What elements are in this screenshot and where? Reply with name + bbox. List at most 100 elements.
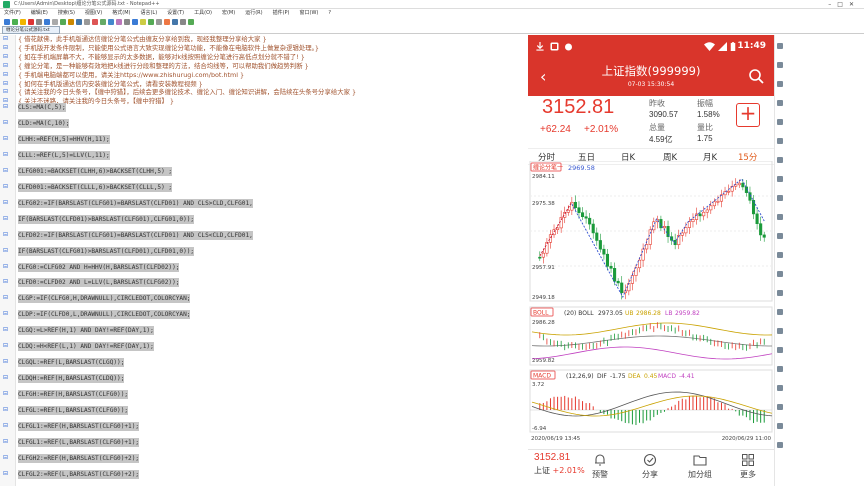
fold-marker-icon[interactable]: ⊟ [3, 422, 12, 430]
emulator-tool-icon[interactable] [777, 195, 783, 201]
emulator-tool-icon[interactable] [777, 366, 783, 372]
nav-alert[interactable]: 预警 [580, 453, 620, 480]
toolbar-button-icon[interactable] [84, 19, 90, 25]
menu-item[interactable]: 编辑(E) [31, 10, 48, 16]
toolbar-button-icon[interactable] [68, 19, 74, 25]
menu-item[interactable]: 格式(M) [112, 10, 130, 16]
fold-marker-icon[interactable]: ⊟ [3, 119, 12, 127]
emulator-tool-icon[interactable] [777, 309, 783, 315]
fold-marker-icon[interactable]: ⊟ [3, 167, 12, 175]
emulator-tool-icon[interactable] [777, 43, 783, 49]
toolbar-button-icon[interactable] [20, 19, 26, 25]
fold-marker-icon[interactable]: ⊟ [3, 103, 12, 111]
toolbar-button-icon[interactable] [116, 19, 122, 25]
toolbar-button-icon[interactable] [36, 19, 42, 25]
toolbar-button-icon[interactable] [156, 19, 162, 25]
nav-share[interactable]: 分享 [630, 453, 670, 480]
fold-marker-icon[interactable]: ⊟ [3, 358, 12, 366]
emulator-tool-icon[interactable] [777, 81, 783, 87]
fold-marker-icon[interactable]: ⊟ [3, 310, 12, 318]
fold-marker-icon[interactable]: ⊟ [3, 80, 12, 88]
fold-marker-icon[interactable]: ⊟ [3, 263, 12, 271]
emulator-tool-icon[interactable] [777, 442, 783, 448]
fold-marker-icon[interactable]: ⊟ [3, 53, 12, 61]
menu-item[interactable]: 插件(P) [273, 10, 290, 16]
fold-marker-icon[interactable]: ⊟ [3, 247, 12, 255]
toolbar-button-icon[interactable] [124, 19, 130, 25]
emulator-tool-icon[interactable] [777, 100, 783, 106]
emulator-tool-icon[interactable] [777, 214, 783, 220]
toolbar-button-icon[interactable] [44, 19, 50, 25]
toolbar-button-icon[interactable] [132, 19, 138, 25]
add-watchlist-button[interactable]: + [736, 103, 760, 127]
toolbar-button-icon[interactable] [108, 19, 114, 25]
emulator-tool-icon[interactable] [777, 176, 783, 182]
menu-item[interactable]: 宏(M) [222, 10, 235, 16]
menu-item[interactable]: 语言(L) [140, 10, 157, 16]
fold-marker-icon[interactable]: ⊟ [3, 294, 12, 302]
menu-item[interactable]: 窗口(W) [300, 10, 319, 16]
chart-area[interactable]: 缠论分笔一 2969.58 2984.11 2975.38 2957.91 2949.18… [528, 160, 774, 449]
fold-marker-icon[interactable]: ⊟ [3, 199, 12, 207]
window-controls[interactable]: –□✕ [828, 0, 860, 9]
fold-marker-icon[interactable]: ⊟ [3, 183, 12, 191]
toolbar-button-icon[interactable] [164, 19, 170, 25]
fold-marker-icon[interactable]: ⊟ [3, 342, 12, 350]
fold-marker-icon[interactable]: ⊟ [3, 454, 12, 462]
fold-marker-icon[interactable]: ⊟ [3, 470, 12, 478]
emulator-tool-icon[interactable] [777, 385, 783, 391]
toolbar-button-icon[interactable] [92, 19, 98, 25]
nav-add-group[interactable]: 加分组 [680, 453, 720, 480]
fold-marker-icon[interactable]: ⊟ [3, 326, 12, 334]
emulator-tool-icon[interactable] [777, 423, 783, 429]
emulator-tool-icon[interactable] [777, 252, 783, 258]
emulator-tool-icon[interactable] [777, 404, 783, 410]
emulator-tool-icon[interactable] [777, 271, 783, 277]
menu-item[interactable]: 文件(F) [4, 10, 21, 16]
fold-marker-icon[interactable]: ⊟ [3, 374, 12, 382]
nav-more[interactable]: 更多 [728, 453, 768, 480]
toolbar-button-icon[interactable] [188, 19, 194, 25]
emulator-tool-icon[interactable] [777, 62, 783, 68]
fold-marker-icon[interactable]: ⊟ [3, 62, 12, 70]
emulator-tool-icon[interactable] [777, 290, 783, 296]
fold-marker-icon[interactable]: ⊟ [3, 215, 12, 223]
menu-item[interactable]: 工具(O) [194, 10, 212, 16]
toolbar-button-icon[interactable] [28, 19, 34, 25]
fold-marker-icon[interactable]: ⊟ [3, 44, 12, 52]
toolbar-button-icon[interactable] [4, 19, 10, 25]
emulator-tool-icon[interactable] [777, 328, 783, 334]
emulator-tool-icon[interactable] [777, 347, 783, 353]
kline-chart[interactable]: 缠论分笔一 2969.58 2984.11 2975.38 2957.91 2949.18… [528, 160, 774, 449]
fold-marker-icon[interactable]: ⊟ [3, 231, 12, 239]
search-icon[interactable] [748, 68, 764, 84]
toolbar-button-icon[interactable] [52, 19, 58, 25]
fold-marker-icon[interactable]: ⊟ [3, 35, 12, 43]
menu-item[interactable]: 设置(T) [167, 10, 184, 16]
emulator-tool-icon[interactable] [777, 119, 783, 125]
fold-marker-icon[interactable]: ⊟ [3, 438, 12, 446]
toolbar-button-icon[interactable] [180, 19, 186, 25]
toolbar-button-icon[interactable] [76, 19, 82, 25]
emulator-tool-icon[interactable] [777, 138, 783, 144]
menu-item[interactable]: 运行(R) [245, 10, 262, 16]
fold-marker-icon[interactable]: ⊟ [3, 390, 12, 398]
file-tab[interactable]: 缠论分笔公式源码.txt [2, 26, 60, 34]
emulator-tool-icon[interactable] [777, 233, 783, 239]
toolbar-button-icon[interactable] [140, 19, 146, 25]
toolbar-button-icon[interactable] [148, 19, 154, 25]
toolbar-button-icon[interactable] [60, 19, 66, 25]
emulator-tool-icon[interactable] [777, 157, 783, 163]
fold-marker-icon[interactable]: ⊟ [3, 406, 12, 414]
toolbar-button-icon[interactable] [172, 19, 178, 25]
fold-marker-icon[interactable]: ⊟ [3, 71, 12, 79]
menu-item[interactable]: 视图(V) [85, 10, 102, 16]
menu-item[interactable]: 搜索(S) [58, 10, 75, 16]
fold-marker-icon[interactable]: ⊟ [3, 151, 12, 159]
fold-marker-icon[interactable]: ⊟ [3, 88, 12, 96]
fold-marker-icon[interactable]: ⊟ [3, 278, 12, 286]
fold-marker-icon[interactable]: ⊟ [3, 135, 12, 143]
menu-item[interactable]: ? [328, 10, 331, 16]
toolbar-button-icon[interactable] [100, 19, 106, 25]
toolbar-button-icon[interactable] [12, 19, 18, 25]
